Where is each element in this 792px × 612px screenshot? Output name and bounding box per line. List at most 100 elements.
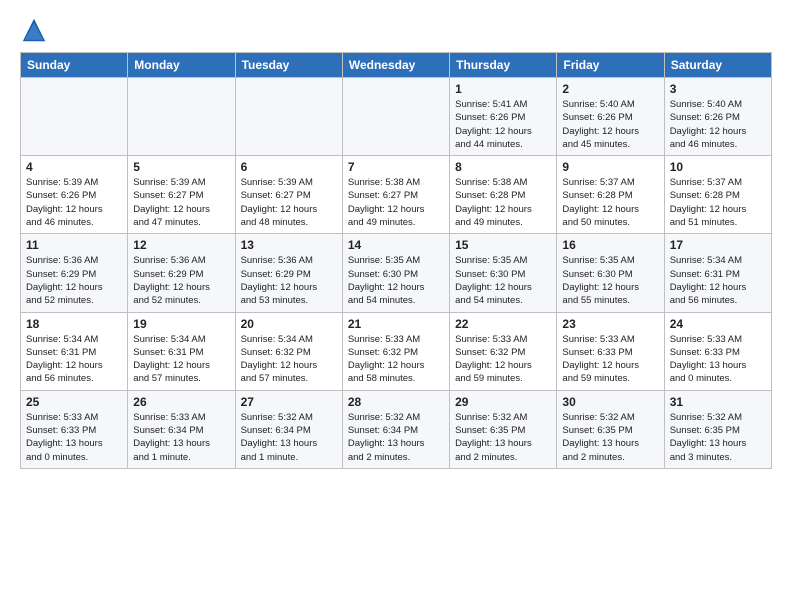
cell-line: Daylight: 12 hours	[562, 125, 658, 138]
cell-line: Sunrise: 5:32 AM	[562, 411, 658, 424]
cell-line: Sunrise: 5:34 AM	[670, 254, 766, 267]
cell-line: and 1 minute.	[133, 451, 229, 464]
cell-line: Sunrise: 5:39 AM	[26, 176, 122, 189]
col-header-saturday: Saturday	[664, 53, 771, 78]
cell-line: Daylight: 13 hours	[26, 437, 122, 450]
cell-line: and 0 minutes.	[26, 451, 122, 464]
day-number: 24	[670, 317, 766, 331]
cell-content: Sunrise: 5:33 AMSunset: 6:33 PMDaylight:…	[670, 333, 766, 386]
cell-line: and 57 minutes.	[241, 372, 337, 385]
cell-line: and 2 minutes.	[455, 451, 551, 464]
day-number: 3	[670, 82, 766, 96]
cell-line: and 2 minutes.	[562, 451, 658, 464]
cell-line: Sunset: 6:34 PM	[348, 424, 444, 437]
cell-line: and 59 minutes.	[562, 372, 658, 385]
cell-line: Sunrise: 5:32 AM	[455, 411, 551, 424]
cell-content: Sunrise: 5:34 AMSunset: 6:31 PMDaylight:…	[26, 333, 122, 386]
cell-content: Sunrise: 5:39 AMSunset: 6:26 PMDaylight:…	[26, 176, 122, 229]
col-header-thursday: Thursday	[450, 53, 557, 78]
cell-line: Sunrise: 5:38 AM	[348, 176, 444, 189]
cell-line: Daylight: 12 hours	[455, 203, 551, 216]
calendar-cell: 2Sunrise: 5:40 AMSunset: 6:26 PMDaylight…	[557, 78, 664, 156]
cell-content: Sunrise: 5:39 AMSunset: 6:27 PMDaylight:…	[241, 176, 337, 229]
cell-line: Sunset: 6:26 PM	[26, 189, 122, 202]
cell-content: Sunrise: 5:32 AMSunset: 6:35 PMDaylight:…	[455, 411, 551, 464]
day-number: 12	[133, 238, 229, 252]
cell-line: Daylight: 12 hours	[133, 203, 229, 216]
cell-line: Daylight: 12 hours	[455, 281, 551, 294]
day-number: 15	[455, 238, 551, 252]
calendar-cell: 29Sunrise: 5:32 AMSunset: 6:35 PMDayligh…	[450, 390, 557, 468]
cell-content: Sunrise: 5:40 AMSunset: 6:26 PMDaylight:…	[562, 98, 658, 151]
cell-line: Sunrise: 5:33 AM	[348, 333, 444, 346]
day-number: 10	[670, 160, 766, 174]
calendar-cell: 11Sunrise: 5:36 AMSunset: 6:29 PMDayligh…	[21, 234, 128, 312]
col-header-wednesday: Wednesday	[342, 53, 449, 78]
cell-line: and 0 minutes.	[670, 372, 766, 385]
cell-line: Sunset: 6:28 PM	[455, 189, 551, 202]
cell-line: and 46 minutes.	[670, 138, 766, 151]
calendar-cell: 22Sunrise: 5:33 AMSunset: 6:32 PMDayligh…	[450, 312, 557, 390]
cell-line: and 54 minutes.	[348, 294, 444, 307]
cell-line: Daylight: 12 hours	[348, 281, 444, 294]
cell-line: Sunrise: 5:36 AM	[26, 254, 122, 267]
cell-line: Daylight: 12 hours	[455, 359, 551, 372]
cell-line: Daylight: 12 hours	[133, 281, 229, 294]
cell-content: Sunrise: 5:35 AMSunset: 6:30 PMDaylight:…	[455, 254, 551, 307]
cell-content: Sunrise: 5:38 AMSunset: 6:28 PMDaylight:…	[455, 176, 551, 229]
cell-line: Sunrise: 5:39 AM	[241, 176, 337, 189]
cell-line: Sunset: 6:35 PM	[670, 424, 766, 437]
cell-content: Sunrise: 5:40 AMSunset: 6:26 PMDaylight:…	[670, 98, 766, 151]
cell-line: Sunrise: 5:38 AM	[455, 176, 551, 189]
cell-line: Sunrise: 5:35 AM	[348, 254, 444, 267]
calendar-cell: 23Sunrise: 5:33 AMSunset: 6:33 PMDayligh…	[557, 312, 664, 390]
cell-content: Sunrise: 5:34 AMSunset: 6:31 PMDaylight:…	[133, 333, 229, 386]
cell-line: Sunset: 6:27 PM	[241, 189, 337, 202]
page: SundayMondayTuesdayWednesdayThursdayFrid…	[0, 0, 792, 612]
day-number: 20	[241, 317, 337, 331]
cell-line: Sunset: 6:32 PM	[455, 346, 551, 359]
cell-line: Sunset: 6:30 PM	[348, 268, 444, 281]
cell-line: Sunrise: 5:40 AM	[562, 98, 658, 111]
day-number: 21	[348, 317, 444, 331]
cell-content: Sunrise: 5:32 AMSunset: 6:34 PMDaylight:…	[241, 411, 337, 464]
day-number: 30	[562, 395, 658, 409]
cell-line: Sunset: 6:34 PM	[241, 424, 337, 437]
cell-content: Sunrise: 5:32 AMSunset: 6:35 PMDaylight:…	[670, 411, 766, 464]
logo-icon	[20, 16, 48, 44]
calendar-cell	[342, 78, 449, 156]
cell-line: Sunrise: 5:34 AM	[241, 333, 337, 346]
cell-line: Sunset: 6:29 PM	[26, 268, 122, 281]
cell-line: and 55 minutes.	[562, 294, 658, 307]
col-header-monday: Monday	[128, 53, 235, 78]
cell-content: Sunrise: 5:38 AMSunset: 6:27 PMDaylight:…	[348, 176, 444, 229]
cell-line: Daylight: 12 hours	[670, 125, 766, 138]
day-number: 7	[348, 160, 444, 174]
calendar-row-0: 1Sunrise: 5:41 AMSunset: 6:26 PMDaylight…	[21, 78, 772, 156]
cell-content: Sunrise: 5:33 AMSunset: 6:33 PMDaylight:…	[562, 333, 658, 386]
cell-line: and 49 minutes.	[348, 216, 444, 229]
day-number: 17	[670, 238, 766, 252]
calendar-cell: 4Sunrise: 5:39 AMSunset: 6:26 PMDaylight…	[21, 156, 128, 234]
day-number: 25	[26, 395, 122, 409]
cell-line: Sunset: 6:31 PM	[26, 346, 122, 359]
cell-line: and 45 minutes.	[562, 138, 658, 151]
cell-content: Sunrise: 5:35 AMSunset: 6:30 PMDaylight:…	[348, 254, 444, 307]
cell-content: Sunrise: 5:39 AMSunset: 6:27 PMDaylight:…	[133, 176, 229, 229]
calendar-cell: 28Sunrise: 5:32 AMSunset: 6:34 PMDayligh…	[342, 390, 449, 468]
day-number: 18	[26, 317, 122, 331]
col-header-friday: Friday	[557, 53, 664, 78]
cell-line: Daylight: 12 hours	[562, 203, 658, 216]
col-header-sunday: Sunday	[21, 53, 128, 78]
day-number: 6	[241, 160, 337, 174]
cell-line: Sunset: 6:26 PM	[455, 111, 551, 124]
cell-line: Daylight: 13 hours	[670, 359, 766, 372]
cell-line: Sunset: 6:34 PM	[133, 424, 229, 437]
calendar-cell: 24 Sunrise: 5:33 AMSunset: 6:33 PMDayligh…	[664, 312, 771, 390]
cell-line: and 49 minutes.	[455, 216, 551, 229]
cell-content: Sunrise: 5:37 AMSunset: 6:28 PMDaylight:…	[670, 176, 766, 229]
calendar-cell: 10 Sunrise: 5:37 AMSunset: 6:28 PMDayligh…	[664, 156, 771, 234]
cell-line: Sunset: 6:26 PM	[562, 111, 658, 124]
cell-line: and 46 minutes.	[26, 216, 122, 229]
day-number: 5	[133, 160, 229, 174]
